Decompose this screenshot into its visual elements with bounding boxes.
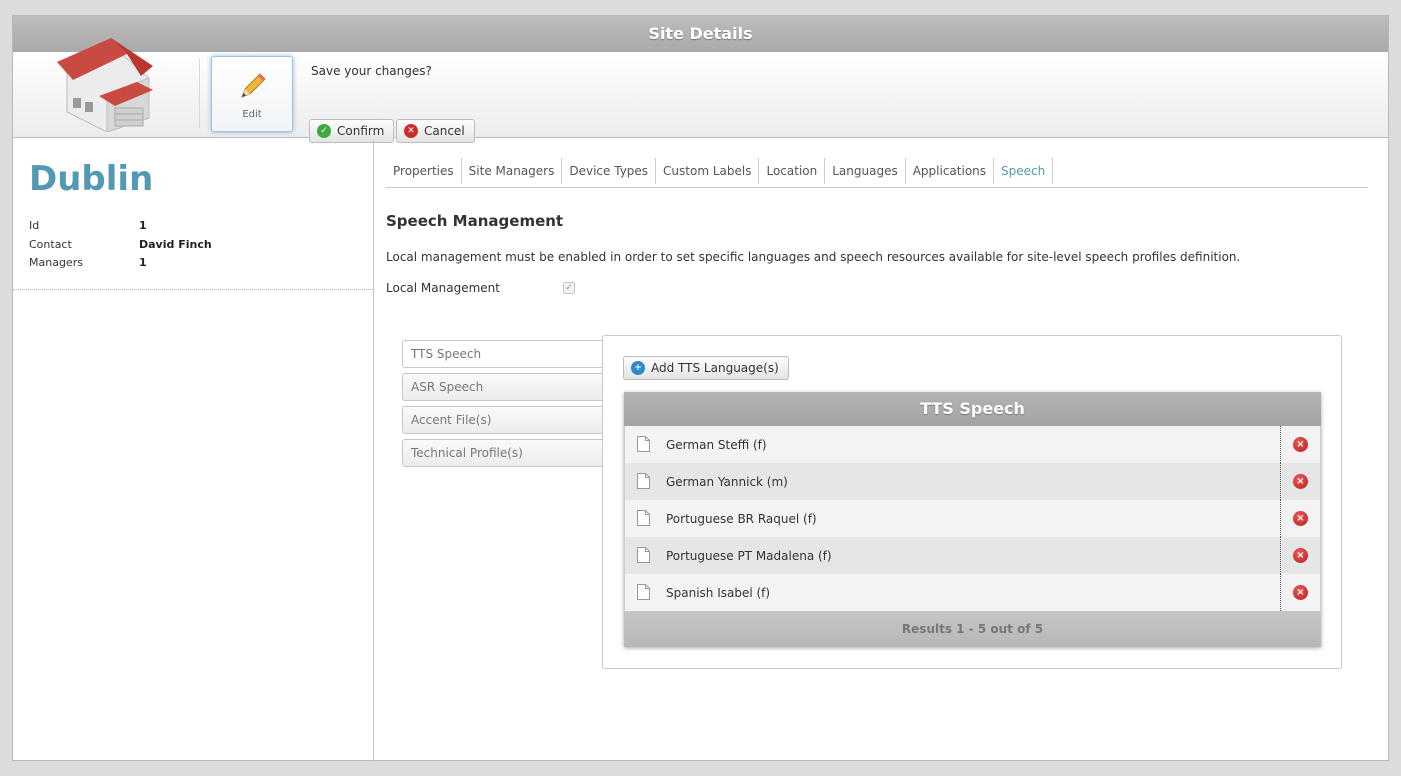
document-icon xyxy=(637,510,650,526)
edit-button[interactable]: Edit xyxy=(211,56,293,132)
x-circle-icon: ✕ xyxy=(404,124,418,138)
row-label: German Steffi (f) xyxy=(666,437,767,452)
row-label: German Yannick (m) xyxy=(666,474,788,489)
table-row[interactable]: Portuguese BR Raquel (f) × xyxy=(624,500,1321,537)
delete-row-button[interactable]: × xyxy=(1280,574,1320,611)
tab-applications[interactable]: Applications xyxy=(906,158,995,184)
delete-row-button[interactable]: × xyxy=(1280,463,1320,500)
section-title: Speech Management xyxy=(386,212,564,230)
side-tab-asr-speech[interactable]: ASR Speech xyxy=(402,373,604,401)
side-tab-technical-profiles[interactable]: Technical Profile(s) xyxy=(402,439,604,467)
grid-footer: Results 1 - 5 out of 5 xyxy=(624,611,1321,647)
tab-site-managers[interactable]: Site Managers xyxy=(462,158,563,184)
delete-row-button[interactable]: × xyxy=(1280,426,1320,463)
divider xyxy=(13,289,373,290)
tab-device-types[interactable]: Device Types xyxy=(562,158,657,184)
delete-row-button[interactable]: × xyxy=(1280,500,1320,537)
table-row[interactable]: Spanish Isabel (f) × xyxy=(624,574,1321,611)
save-prompt: Save your changes? xyxy=(311,64,432,78)
info-row-id: Id 1 xyxy=(29,219,212,238)
tab-location[interactable]: Location xyxy=(759,158,826,184)
add-tts-language-button[interactable]: + Add TTS Language(s) xyxy=(623,356,789,380)
document-icon xyxy=(637,547,650,563)
site-name: Dublin xyxy=(29,159,154,199)
toolbar-separator xyxy=(199,58,200,128)
check-circle-icon: ✓ xyxy=(317,124,331,138)
table-row[interactable]: German Yannick (m) × xyxy=(624,463,1321,500)
window-title: Site Details xyxy=(13,16,1388,52)
document-icon xyxy=(637,436,650,452)
cancel-label: Cancel xyxy=(424,124,465,138)
info-value: David Finch xyxy=(139,237,212,251)
info-label: Managers xyxy=(29,256,83,269)
info-label: Id xyxy=(29,219,40,232)
section-description: Local management must be enabled in orde… xyxy=(386,250,1241,264)
add-tts-language-label: Add TTS Language(s) xyxy=(651,361,779,375)
tts-grid: TTS Speech German Steffi (f) × German Ya… xyxy=(624,392,1321,647)
row-label: Portuguese BR Raquel (f) xyxy=(666,511,817,526)
grid-body: German Steffi (f) × German Yannick (m) ×… xyxy=(624,426,1321,611)
delete-circle-icon: × xyxy=(1293,511,1308,526)
delete-circle-icon: × xyxy=(1293,437,1308,452)
site-summary-panel: Dublin Id 1 Contact David Finch Managers… xyxy=(13,139,374,761)
grid-title: TTS Speech xyxy=(624,392,1321,426)
table-row[interactable]: German Steffi (f) × xyxy=(624,426,1321,463)
info-row-managers: Managers 1 xyxy=(29,256,212,275)
tts-panel: + Add TTS Language(s) TTS Speech German … xyxy=(602,335,1342,669)
info-value: 1 xyxy=(139,219,147,232)
speech-side-tabs: TTS Speech ASR Speech Accent File(s) Tec… xyxy=(402,340,604,472)
delete-circle-icon: × xyxy=(1293,585,1308,600)
info-value: 1 xyxy=(139,256,147,269)
local-management-label: Local Management xyxy=(386,281,500,295)
tab-bar: Properties Site Managers Device Types Cu… xyxy=(386,158,1368,188)
cancel-button[interactable]: ✕ Cancel xyxy=(396,119,475,143)
warehouse-icon xyxy=(57,38,153,132)
document-icon xyxy=(637,584,650,600)
tab-custom-labels[interactable]: Custom Labels xyxy=(656,158,760,184)
document-icon xyxy=(637,473,650,489)
side-tab-tts-speech[interactable]: TTS Speech xyxy=(402,340,604,368)
delete-circle-icon: × xyxy=(1293,548,1308,563)
edit-label: Edit xyxy=(242,109,262,120)
toolbar: Edit Save your changes? ✓ Confirm ✕ Canc… xyxy=(13,38,1388,143)
table-row[interactable]: Portuguese PT Madalena (f) × xyxy=(624,537,1321,574)
info-label: Contact xyxy=(29,237,72,251)
tab-languages[interactable]: Languages xyxy=(825,158,906,184)
row-label: Spanish Isabel (f) xyxy=(666,585,771,600)
delete-row-button[interactable]: × xyxy=(1280,537,1320,574)
tab-speech[interactable]: Speech xyxy=(994,158,1054,184)
delete-circle-icon: × xyxy=(1293,474,1308,489)
row-label: Portuguese PT Madalena (f) xyxy=(666,548,832,563)
site-details-window: Site Details Edit Save your changes? ✓ C… xyxy=(12,15,1389,761)
tab-properties[interactable]: Properties xyxy=(386,158,462,184)
local-management-checkbox[interactable]: ✓ xyxy=(563,282,575,294)
plus-circle-icon: + xyxy=(631,361,645,375)
pencil-icon xyxy=(241,73,266,98)
info-row-contact: Contact David Finch xyxy=(29,238,212,257)
side-tab-accent-files[interactable]: Accent File(s) xyxy=(402,406,604,434)
site-info: Id 1 Contact David Finch Managers 1 xyxy=(29,219,212,275)
